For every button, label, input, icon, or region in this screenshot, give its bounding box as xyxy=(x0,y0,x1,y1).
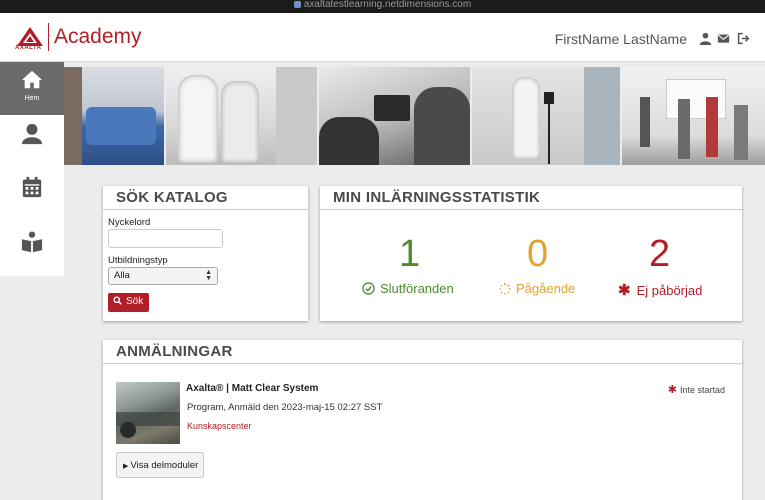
sidebar-item-calendar[interactable] xyxy=(0,168,64,221)
sidebar-nav: Hem xyxy=(0,62,64,276)
logo-divider xyxy=(48,23,49,51)
stat-not-started-text: Ej påbörjad xyxy=(636,283,703,298)
course-title[interactable]: Axalta® | Matt Clear System xyxy=(186,383,318,394)
training-type-select[interactable]: Alla ▲ ▼ xyxy=(108,267,218,285)
enrollments-card: ANMÄLNINGAR Axalta® | Matt Clear System … xyxy=(103,340,742,500)
search-icon xyxy=(113,296,122,305)
logout-icon[interactable] xyxy=(737,32,750,45)
banner-image-tablet-training xyxy=(319,67,470,165)
keyword-input[interactable] xyxy=(108,229,223,248)
training-type-label: Utbildningstyp xyxy=(108,255,168,266)
stat-completed-text: Slutföranden xyxy=(380,281,454,296)
stat-in-progress-value: 0 xyxy=(527,233,549,275)
search-catalog-title: SÖK KATALOG xyxy=(103,186,308,210)
course-category-link[interactable]: Kunskapscenter xyxy=(187,421,252,431)
stat-not-started-value: 2 xyxy=(649,233,671,275)
book-reader-icon xyxy=(21,231,43,253)
course-thumbnail[interactable] xyxy=(116,382,180,444)
banner-image-painters xyxy=(165,67,318,165)
browser-url: axaltatestlearning.netdimensions.com xyxy=(303,0,472,10)
search-button-label: Sök xyxy=(126,296,144,307)
asterisk-icon: ✱ xyxy=(667,384,677,396)
course-meta: Program, Anmäld den 2023-maj-15 02:27 SS… xyxy=(187,402,383,413)
enrollments-title: ANMÄLNINGAR xyxy=(103,340,742,364)
browser-url-bar[interactable]: axaltatestlearning.netdimensions.com xyxy=(0,0,765,13)
top-header: AXALTA Academy FirstName LastName xyxy=(0,13,765,62)
learning-stats-title: MIN INLÄRNINGSSTATISTIK xyxy=(320,186,742,210)
stat-completed-label: Slutföranden xyxy=(362,281,454,296)
stat-completed-value: 1 xyxy=(399,233,421,275)
asterisk-icon: ✱ xyxy=(618,282,631,299)
site-info-icon xyxy=(293,0,301,8)
sidebar-item-profile[interactable] xyxy=(0,115,64,168)
keyword-label: Nyckelord xyxy=(108,217,151,228)
user-name[interactable]: FirstName LastName xyxy=(555,31,687,47)
user-icon[interactable] xyxy=(699,32,712,45)
banner-image-camera xyxy=(471,67,621,165)
stat-in-progress-label: Pågående xyxy=(499,281,575,296)
sidebar-item-home[interactable]: Hem xyxy=(0,62,64,115)
brand-academy[interactable]: Academy xyxy=(54,25,142,49)
search-button[interactable]: Sök xyxy=(108,293,149,312)
status-text: Inte startad xyxy=(679,385,725,395)
stat-not-started-label: ✱ Ej påbörjad xyxy=(618,281,702,299)
search-catalog-card: SÖK KATALOG Nyckelord Utbildningstyp All… xyxy=(103,186,308,321)
spinner-icon xyxy=(499,283,511,295)
banner-image-car-spray xyxy=(64,67,164,165)
banner-image-showroom xyxy=(622,67,765,165)
profile-icon xyxy=(21,123,43,145)
calendar-icon xyxy=(22,176,42,198)
caret-right-icon: ▶ xyxy=(123,463,129,470)
hero-banner xyxy=(64,67,765,165)
sidebar-item-learning[interactable] xyxy=(0,221,64,274)
select-arrows-icon: ▲ ▼ xyxy=(205,269,212,282)
brand-small-text: AXALTA xyxy=(15,45,42,51)
status-badge: ✱ Inte startad xyxy=(668,383,725,396)
training-type-value: Alla xyxy=(114,270,130,281)
stat-in-progress-text: Pågående xyxy=(516,281,576,296)
check-circle-icon xyxy=(362,282,375,295)
show-submodules-button[interactable]: ▶ Visa delmoduler xyxy=(116,452,204,478)
mail-icon[interactable] xyxy=(717,32,730,45)
home-icon xyxy=(21,70,43,89)
sidebar-item-label: Hem xyxy=(24,95,40,102)
show-submodules-label: Visa delmoduler xyxy=(130,460,199,471)
